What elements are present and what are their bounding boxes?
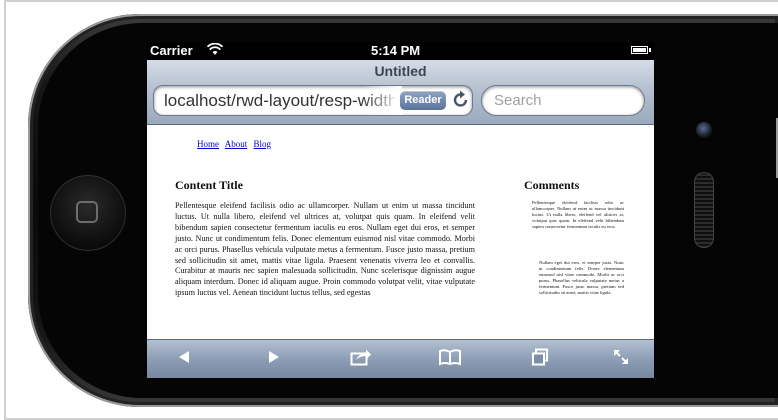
battery-icon bbox=[631, 46, 648, 54]
nav-link-blog[interactable]: Blog bbox=[254, 139, 272, 149]
wifi-icon bbox=[206, 42, 224, 59]
web-page-content: Home About Blog Content Title Pellentesq… bbox=[147, 125, 654, 339]
url-fade bbox=[362, 86, 402, 115]
battery-tip bbox=[649, 48, 651, 52]
comments-title: Comments bbox=[524, 178, 580, 192]
back-icon[interactable] bbox=[177, 348, 191, 370]
pages-icon[interactable] bbox=[531, 348, 549, 371]
home-button-icon bbox=[76, 201, 98, 223]
reload-icon[interactable] bbox=[452, 89, 470, 114]
bookmarks-icon[interactable] bbox=[439, 348, 461, 371]
earpiece-speaker bbox=[694, 172, 714, 248]
fullscreen-icon[interactable] bbox=[612, 348, 630, 371]
search-placeholder: Search bbox=[494, 92, 542, 109]
status-bar: Carrier 5:14 PM bbox=[147, 42, 654, 60]
comment-text: Pellentesque eleifend facilisis odio ac … bbox=[532, 200, 624, 230]
browser-nav-bar: Untitled localhost/rwd-layout/resp-width… bbox=[147, 60, 654, 125]
search-input[interactable]: Search bbox=[481, 85, 645, 116]
forward-icon[interactable] bbox=[267, 348, 281, 370]
page-title: Untitled bbox=[374, 63, 427, 79]
nav-link-about[interactable]: About bbox=[225, 139, 248, 149]
content-body: Pellentesque eleifend facilisis odio ac … bbox=[175, 201, 475, 298]
comment-text: Nullam eget dui eros, et semper justo. N… bbox=[539, 260, 624, 296]
carrier-label: Carrier bbox=[150, 43, 193, 58]
site-nav: Home About Blog bbox=[197, 139, 275, 149]
front-camera bbox=[696, 122, 712, 138]
url-text[interactable]: localhost/rwd-layout/resp-width- bbox=[164, 91, 394, 111]
share-icon[interactable] bbox=[350, 348, 372, 371]
home-button[interactable] bbox=[50, 175, 126, 251]
address-bar[interactable]: localhost/rwd-layout/resp-width- Reader bbox=[153, 85, 473, 116]
content-title: Content Title bbox=[175, 178, 243, 192]
clock: 5:14 PM bbox=[371, 43, 421, 58]
phone-screen: Carrier 5:14 PM Untitled localhost/rwd-l… bbox=[147, 42, 654, 378]
browser-toolbar bbox=[147, 339, 654, 378]
reader-button[interactable]: Reader bbox=[400, 91, 446, 110]
window-frame-left bbox=[4, 0, 6, 420]
window-frame-top bbox=[4, 0, 778, 2]
nav-link-home[interactable]: Home bbox=[197, 139, 219, 149]
